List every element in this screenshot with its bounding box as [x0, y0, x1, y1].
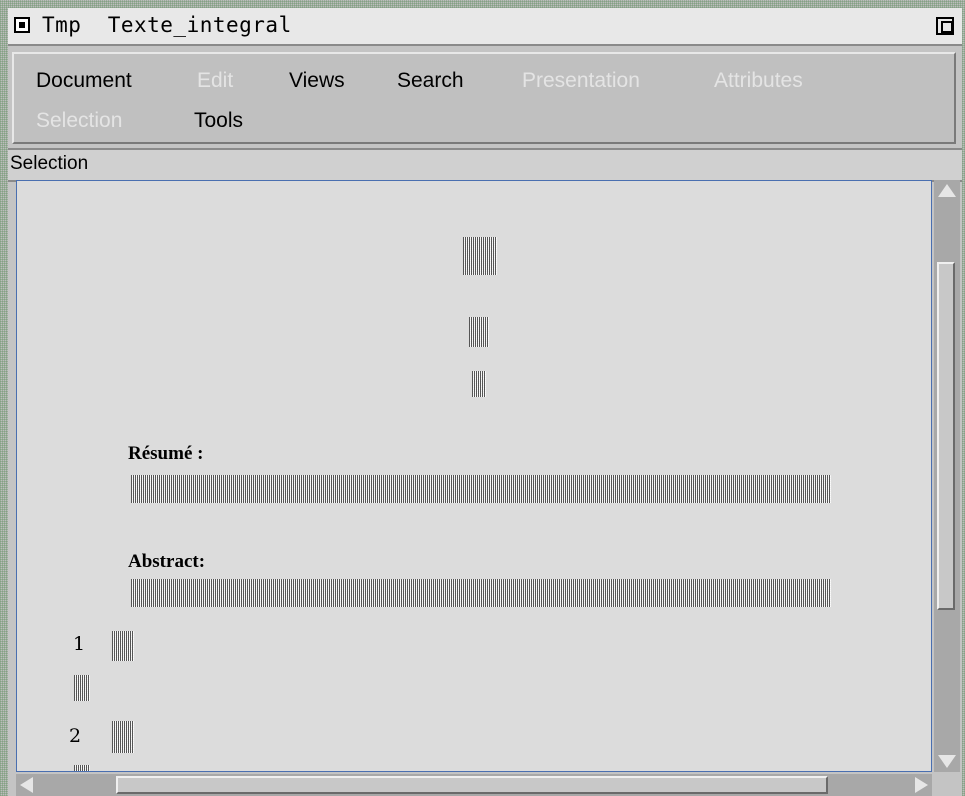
- menu-selection: Selection: [36, 109, 123, 132]
- affiliation-placeholder[interactable]: [472, 371, 486, 397]
- scroll-left-icon[interactable]: [20, 777, 33, 793]
- window-title: Tmp Texte_integral: [42, 13, 292, 37]
- resume-heading: Résumé :: [128, 443, 204, 464]
- resume-text-placeholder[interactable]: [131, 475, 831, 503]
- menu-search[interactable]: Search: [397, 69, 464, 93]
- vertical-scroll-thumb[interactable]: [937, 262, 955, 610]
- menu-presentation: Presentation: [522, 69, 640, 92]
- section-1-body-placeholder[interactable]: [74, 675, 90, 701]
- section-2-body-placeholder[interactable]: [74, 765, 90, 771]
- scroll-up-icon[interactable]: [938, 184, 956, 197]
- abstract-heading: Abstract:: [128, 551, 206, 572]
- menu-bar: Document Edit Views Search Presentation …: [12, 52, 956, 144]
- title-placeholder[interactable]: [463, 237, 497, 275]
- menu-document[interactable]: Document: [36, 69, 132, 93]
- app-window: Tmp Texte_integral Document Edit Views S…: [8, 8, 962, 796]
- scroll-right-icon[interactable]: [915, 777, 928, 793]
- author-placeholder[interactable]: [469, 317, 489, 347]
- scroll-down-icon[interactable]: [938, 755, 956, 768]
- menu-attributes: Attributes: [714, 69, 803, 92]
- menu-edit: Edit: [197, 69, 234, 92]
- scroll-corner: [934, 774, 960, 796]
- selection-status-bar: Selection: [8, 148, 962, 182]
- section-1-number: 1: [73, 633, 86, 655]
- selection-label: Selection: [10, 153, 89, 174]
- window-menu-icon[interactable]: [14, 17, 30, 33]
- document-view[interactable]: Résumé : Abstract: 1 2: [16, 180, 932, 772]
- menu-views[interactable]: Views: [289, 69, 345, 93]
- section-2-title-placeholder[interactable]: [112, 721, 134, 753]
- vertical-scrollbar[interactable]: [934, 180, 960, 772]
- menu-tools[interactable]: Tools: [194, 109, 243, 133]
- section-1-title-placeholder[interactable]: [112, 631, 134, 661]
- title-bar[interactable]: Tmp Texte_integral: [8, 8, 962, 46]
- maximize-icon[interactable]: [936, 17, 954, 35]
- horizontal-scrollbar[interactable]: [16, 774, 932, 796]
- horizontal-scroll-thumb[interactable]: [116, 776, 828, 794]
- abstract-text-placeholder[interactable]: [131, 579, 831, 607]
- section-2-number: 2: [69, 725, 82, 747]
